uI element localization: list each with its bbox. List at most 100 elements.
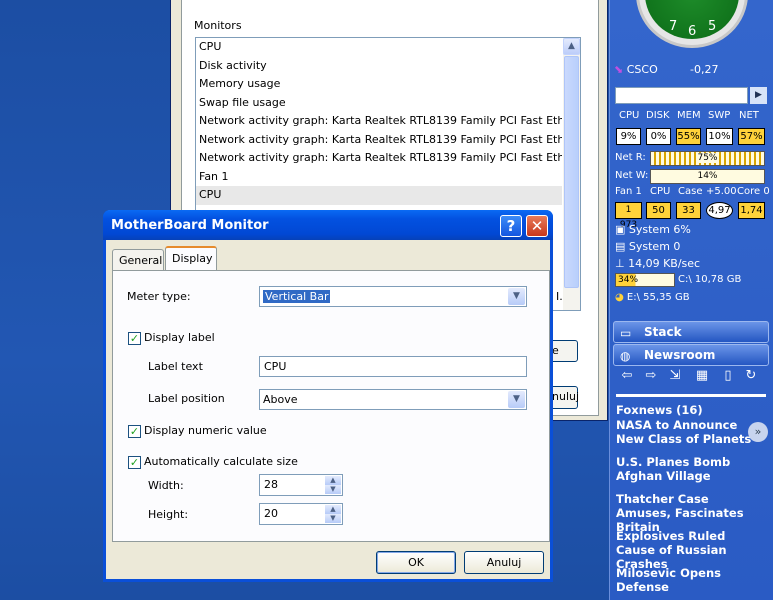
tab-general[interactable]: General <box>112 249 164 270</box>
system-percent: ▣ System 6% <box>615 223 691 236</box>
monitor-item[interactable]: Disk activity <box>196 57 562 76</box>
monitor-item[interactable]: CPU <box>196 38 562 57</box>
close-icon[interactable]: ✕ <box>526 215 548 237</box>
spin-down-icon[interactable]: ▼ <box>325 514 341 523</box>
news-headline[interactable]: NASA to Announce New Class of Planets <box>616 418 756 446</box>
scroll-up-icon[interactable]: ▲ <box>563 38 580 55</box>
monitor-header: SWP <box>708 110 731 121</box>
drive-c-usage-bar: 34% <box>615 273 675 287</box>
news-headline[interactable]: Thatcher Case Amuses, Fascinates Britain <box>616 492 766 534</box>
monitors-scrollbar[interactable]: ▲ <box>563 38 580 310</box>
label-position-select[interactable]: Above ▼ <box>259 389 527 410</box>
monitors-label: Monitors <box>194 19 242 32</box>
spin-up-icon[interactable]: ▲ <box>325 505 341 514</box>
monitor-item[interactable]: Network activity graph: Karta Realtek RT… <box>196 149 562 168</box>
import-icon[interactable]: ⇲ <box>667 368 683 384</box>
display-label-checkbox[interactable]: ✓ <box>128 332 141 345</box>
ok-button[interactable]: OK <box>376 551 456 574</box>
label-position-value: Above <box>263 393 298 406</box>
monitor-header: CPU <box>619 110 640 121</box>
net-r-value: 75% <box>697 153 718 163</box>
pie-icon: ◕ <box>615 292 627 303</box>
cancel-button[interactable]: Anuluj <box>464 551 544 574</box>
news-headline[interactable]: Milosevic Opens Defense <box>616 566 766 594</box>
help-icon[interactable]: ? <box>500 215 522 237</box>
sensor-header: CPU <box>650 186 671 197</box>
height-value: 20 <box>264 507 278 520</box>
network-icon: ⊥ <box>615 257 629 270</box>
chevron-down-icon[interactable]: ▼ <box>508 288 525 305</box>
disk-meter: 0% <box>646 128 671 145</box>
folder-icon: ▭ <box>620 326 632 340</box>
height-label: Height: <box>148 508 189 521</box>
height-stepper[interactable]: 20 ▲ ▼ <box>259 503 343 525</box>
news-headline[interactable]: U.S. Planes Bomb Afghan Village <box>616 455 766 483</box>
monitor-item[interactable]: Network activity graph: Karta Realtek RT… <box>196 131 562 150</box>
net-speed-text: 14,09 KB/sec <box>628 257 701 270</box>
monitor-item-selected[interactable]: CPU <box>196 186 562 205</box>
auto-size-checkbox[interactable]: ✓ <box>128 456 141 469</box>
net-r-graph: 75% <box>650 151 765 166</box>
dialog-title: MotherBoard Monitor <box>111 218 269 233</box>
feeds-icon[interactable]: ▦ <box>694 368 710 384</box>
net-r-label: Net R: <box>615 152 646 163</box>
display-numeric-checkbox[interactable]: ✓ <box>128 425 141 438</box>
book-icon[interactable]: ▯ <box>720 368 736 384</box>
width-value: 28 <box>264 478 278 491</box>
sensor-header: Case <box>678 186 703 197</box>
monitor-item[interactable]: Network activity graph: Karta Realtek RT… <box>196 112 562 131</box>
label-text-field[interactable]: CPU <box>259 356 527 377</box>
stock-ticker[interactable]: ⬊ CSCO -0,27 <box>614 63 770 79</box>
spin-up-icon[interactable]: ▲ <box>325 476 341 485</box>
drive-e-text: E:\ 55,35 GB <box>626 292 690 303</box>
news-source[interactable]: Foxnews (16) <box>616 403 766 417</box>
drive-e: ◕ E:\ 55,35 GB <box>615 292 690 303</box>
monitor-icon: ▣ <box>615 223 629 236</box>
sensor-header: Fan 1 <box>615 186 642 197</box>
monitor-header: DISK <box>646 110 670 121</box>
expand-chevron-icon[interactable]: » <box>748 422 768 442</box>
chevron-down-icon[interactable]: ▼ <box>508 391 525 408</box>
width-label: Width: <box>148 479 184 492</box>
drive-c-free: C:\ 10,78 GB <box>678 274 742 285</box>
monitor-item[interactable]: Fan 1 <box>196 168 562 187</box>
stack-label: Stack <box>644 325 682 339</box>
display-numeric-text[interactable]: Display numeric value <box>144 424 267 437</box>
refresh-icon[interactable]: ↻ <box>743 368 759 384</box>
fan-sensor: 1 973 <box>615 202 642 230</box>
label-text-label: Label text <box>148 360 203 373</box>
newsroom-label: Newsroom <box>644 348 716 362</box>
stock-arrow-icon: ⬊ <box>614 63 624 76</box>
tab-display[interactable]: Display <box>165 246 217 270</box>
news-headline[interactable]: Explosives Ruled Cause of Russian Crashe… <box>616 529 766 571</box>
newsroom-bar[interactable]: ◍ Newsroom <box>613 344 769 366</box>
sidebar-search-input[interactable] <box>615 87 748 104</box>
scroll-thumb[interactable] <box>564 56 579 288</box>
forward-arrow-icon[interactable]: ⇨ <box>643 368 659 384</box>
back-arrow-icon[interactable]: ⇦ <box>619 368 635 384</box>
display-label-text[interactable]: Display label <box>144 331 215 344</box>
clock-number: 6 <box>688 24 697 39</box>
stock-symbol: CSCO <box>626 63 658 76</box>
auto-size-text[interactable]: Automatically calculate size <box>144 455 298 468</box>
monitor-header: MEM <box>677 110 701 121</box>
stack-bar[interactable]: ▭ Stack <box>613 321 769 343</box>
search-go-icon[interactable]: ▶ <box>750 87 767 104</box>
dialog-titlebar[interactable]: MotherBoard Monitor ? ✕ <box>103 210 553 240</box>
desktop-sidebar: 6 7 5 ⬊ CSCO -0,27 ▶ CPU DISK MEM SWP NE… <box>609 0 773 600</box>
meter-type-label: Meter type: <box>127 290 191 303</box>
net-w-graph: 14% <box>650 169 765 184</box>
system-count: ▤ System 0 <box>615 240 680 253</box>
net-w-value: 14% <box>697 171 718 181</box>
cpu-temp-sensor: 50 <box>646 202 671 219</box>
monitor-item[interactable]: Memory usage <box>196 75 562 94</box>
width-stepper[interactable]: 28 ▲ ▼ <box>259 474 343 496</box>
clock-widget: 6 7 5 <box>636 0 748 48</box>
spin-down-icon[interactable]: ▼ <box>325 485 341 494</box>
meter-type-select[interactable]: Vertical Bar ▼ <box>259 286 527 307</box>
monitor-item[interactable]: Swap file usage <box>196 94 562 113</box>
clock-face: 6 7 5 <box>645 0 739 39</box>
sensor-header: Core 0 <box>737 186 770 197</box>
clock-number: 5 <box>708 19 717 34</box>
voltage-sensor: 4,97 <box>706 202 733 219</box>
